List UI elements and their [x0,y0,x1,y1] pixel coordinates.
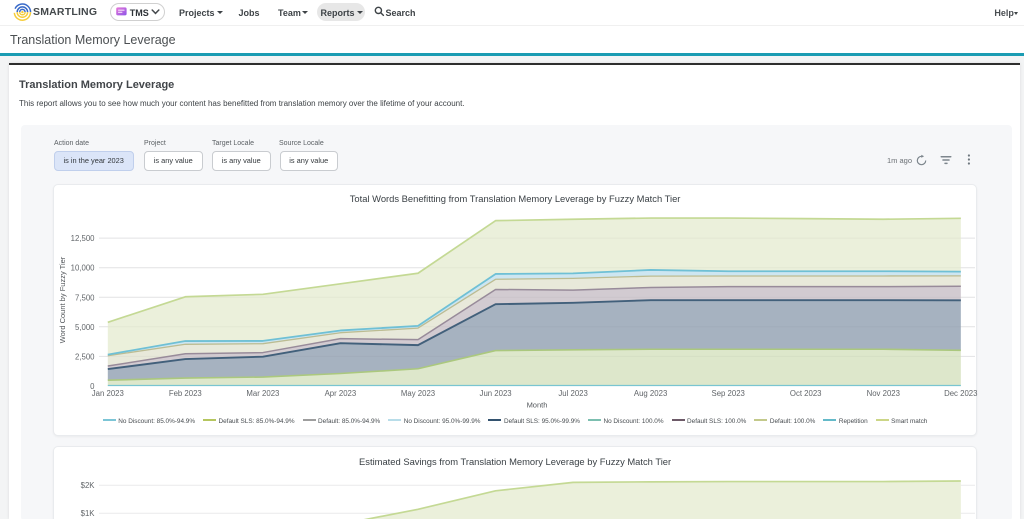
svg-text:12,500: 12,500 [70,234,95,243]
svg-text:Mar 2023: Mar 2023 [246,389,279,398]
svg-text:$2K: $2K [80,481,95,490]
svg-text:Apr 2023: Apr 2023 [324,389,356,398]
svg-text:Jun 2023: Jun 2023 [479,389,511,398]
svg-text:7,500: 7,500 [75,294,95,303]
svg-text:Nov 2023: Nov 2023 [866,389,899,398]
svg-text:Jan 2023: Jan 2023 [91,389,123,398]
svg-text:Word Count by Fuzzy Tier: Word Count by Fuzzy Tier [58,257,67,344]
svg-text:2,500: 2,500 [75,353,95,362]
svg-text:Jul 2023: Jul 2023 [558,389,587,398]
svg-text:May 2023: May 2023 [401,389,435,398]
svg-text:5,000: 5,000 [75,323,95,332]
svg-text:10,000: 10,000 [70,264,95,273]
svg-text:$1K: $1K [80,509,95,518]
svg-text:Month: Month [526,401,547,410]
svg-text:Sep 2023: Sep 2023 [711,389,744,398]
svg-text:Oct 2023: Oct 2023 [790,389,822,398]
svg-text:Aug 2023: Aug 2023 [634,389,667,398]
svg-text:Feb 2023: Feb 2023 [169,389,202,398]
svg-text:Dec 2023: Dec 2023 [944,389,977,398]
